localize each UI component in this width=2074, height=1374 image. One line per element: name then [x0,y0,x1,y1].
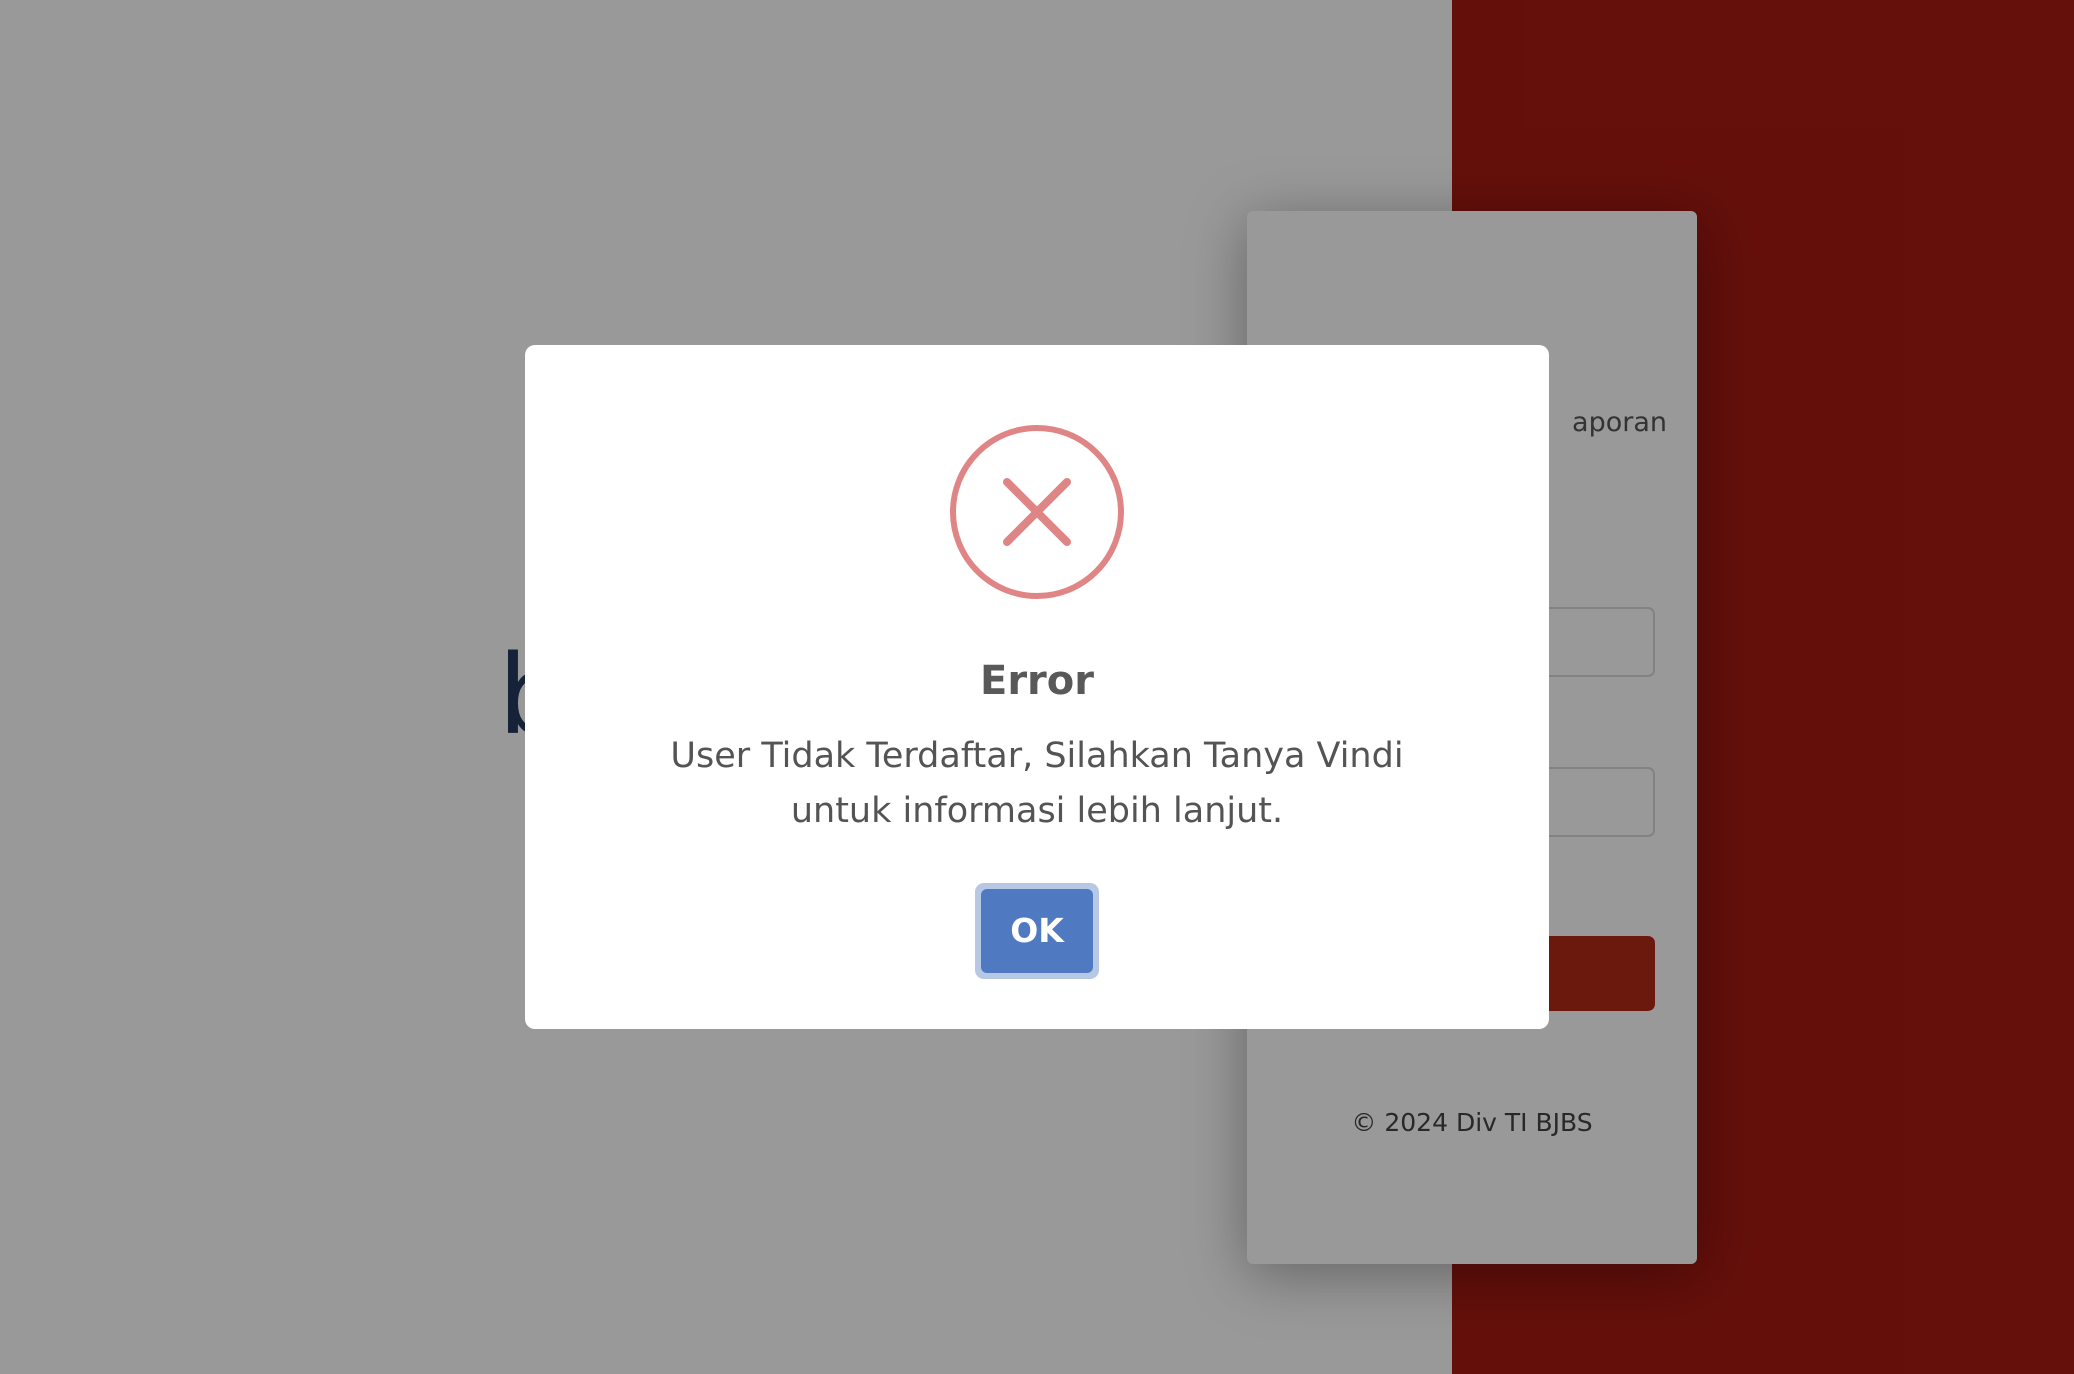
dialog-title: Error [980,658,1094,704]
ok-button[interactable]: OK [975,883,1099,979]
ok-button-label: OK [981,889,1093,973]
login-page: b aporan © 2024 Div TI BJBS Error User T… [0,0,2074,1374]
error-x-circle-icon [950,425,1124,599]
dialog-message-line-2: untuk informasi lebih lanjut. [790,791,1284,831]
dialog-message: User Tidak Terdaftar, Silahkan Tanya Vin… [637,729,1437,839]
dialog-message-line-1: User Tidak Terdaftar, Silahkan Tanya Vin… [670,736,1404,776]
error-dialog: Error User Tidak Terdaftar, Silahkan Tan… [525,345,1549,1029]
